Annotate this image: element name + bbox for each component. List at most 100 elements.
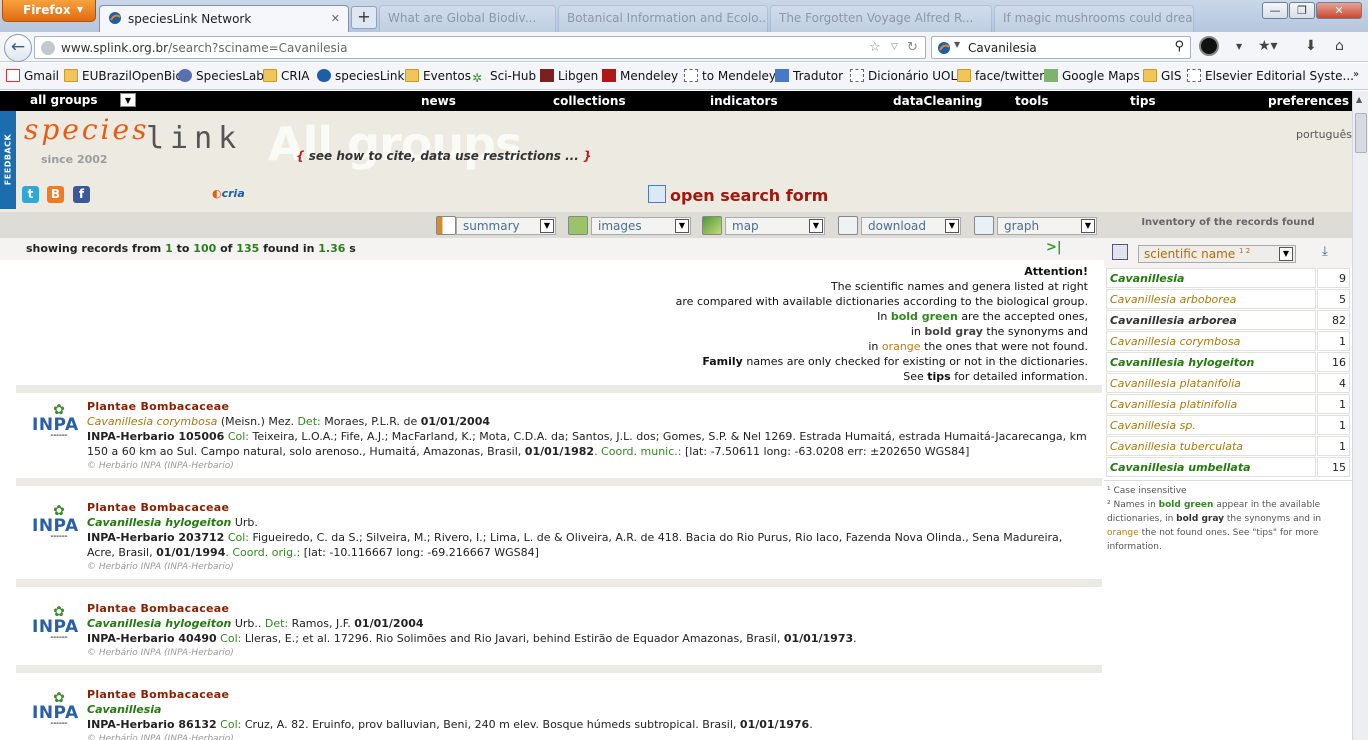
inpa-logo: ✿ INPA ▬▬▬▬▬▬: [32, 402, 79, 437]
home-icon[interactable]: ⌂: [1335, 38, 1344, 54]
record-catalog[interactable]: INPA-Herbario 86132: [87, 718, 217, 731]
tab-forgotten-voyage[interactable]: The Forgotten Voyage Alfred R...: [770, 5, 992, 32]
bookmark-tradutor[interactable]: Tradutor: [775, 69, 843, 83]
tab-title: If magic mushrooms could dream...: [1003, 11, 1193, 25]
more-bookmarks-icon[interactable]: »: [1353, 69, 1359, 80]
menu-datacleaning[interactable]: dataCleaning: [893, 94, 982, 108]
inventory-row[interactable]: Cavanillesia platanifolia 4: [1106, 373, 1350, 393]
inventory-field-select[interactable]: scientific name 1 2 ▼: [1138, 245, 1296, 263]
images-select[interactable]: images ▼: [591, 217, 691, 235]
bookmark-star-icon[interactable]: ☆: [869, 40, 881, 55]
inventory-row[interactable]: Cavanillesia hylogeiton 16: [1106, 352, 1350, 372]
inventory-row[interactable]: Cavanillesia 9: [1106, 268, 1350, 288]
tab-specieslink[interactable]: speciesLink Network ✕: [99, 5, 349, 32]
record-catalog[interactable]: INPA-Herbario 203712: [87, 531, 224, 544]
chevron-down-icon[interactable]: ▼: [1236, 42, 1242, 51]
scrollbar-thumb[interactable]: [1355, 113, 1367, 153]
inventory-row[interactable]: Cavanillesia arborea 82: [1106, 310, 1350, 330]
bookmark-specieslink[interactable]: speciesLink: [317, 69, 404, 83]
record-catalog[interactable]: INPA-Herbario 105006: [87, 430, 224, 443]
chevron-down-icon: ▼: [809, 219, 823, 233]
chevron-down-icon: ▼: [76, 5, 83, 14]
history-dropdown-icon[interactable]: ▽: [891, 42, 898, 52]
reload-icon[interactable]: ↻: [907, 40, 918, 55]
menu-preferences[interactable]: preferences: [1268, 94, 1349, 108]
inventory-row[interactable]: Cavanillesia corymbosa 1: [1106, 331, 1350, 351]
record-catalog[interactable]: INPA-Herbario 40490: [87, 632, 217, 645]
download-arrow-icon[interactable]: ⬇: [1305, 38, 1317, 54]
groups-dropdown-icon[interactable]: ▼: [120, 93, 136, 107]
vertical-scrollbar[interactable]: ▲: [1352, 91, 1368, 740]
bookmark-mendeley[interactable]: Mendeley: [602, 69, 678, 83]
mendeley-icon: [602, 69, 616, 82]
summary-select[interactable]: summary ▼: [456, 217, 556, 235]
cria-logo[interactable]: ◐cria: [212, 187, 245, 200]
maps-icon: [1044, 69, 1058, 82]
table-icon: [1112, 244, 1128, 260]
blogger-icon[interactable]: B: [47, 186, 64, 203]
search-icon[interactable]: ⚲: [1174, 39, 1184, 54]
bookmark-scihub[interactable]: ✲ Sci-Hub: [472, 69, 536, 85]
bookmark-eventos[interactable]: Eventos: [405, 69, 471, 83]
logo-species-text[interactable]: species: [24, 113, 149, 146]
firefox-menu-button[interactable]: Firefox ▼: [2, 0, 96, 22]
open-search-form-link[interactable]: open search form: [648, 185, 828, 205]
download-select[interactable]: download ▼: [861, 217, 961, 235]
language-link[interactable]: português: [1296, 128, 1352, 141]
last-page-icon[interactable]: >|: [1046, 240, 1062, 255]
bookmark-dicionario-uol[interactable]: Dicionário UOL: [850, 69, 957, 83]
menu-tools[interactable]: tools: [1015, 94, 1048, 108]
menu-indicators[interactable]: indicators: [710, 94, 778, 108]
inventory-row[interactable]: Cavanillesia umbellata 15: [1106, 457, 1350, 477]
close-window-button[interactable]: ✕: [1316, 2, 1362, 19]
search-field[interactable]: ▼ Cavanilesia ⚲: [931, 36, 1191, 59]
download-inventory-icon[interactable]: ⤓: [1322, 244, 1328, 259]
logo-link-text[interactable]: link: [146, 121, 242, 156]
bookmark-gis[interactable]: GIS: [1143, 69, 1181, 83]
bookmark-to-mendeley[interactable]: to Mendeley: [684, 69, 776, 83]
tab-magic-mushrooms[interactable]: If magic mushrooms could dream...: [994, 5, 1194, 32]
bookmark-face-twitter[interactable]: face/twitter: [957, 69, 1044, 83]
bookmark-eubrazilopenbio[interactable]: EUBrazilOpenBio: [64, 69, 183, 83]
bookmark-libgen[interactable]: Libgen: [540, 69, 598, 83]
bookmark-cria[interactable]: CRIA: [263, 69, 309, 83]
chevron-down-icon: ▼: [945, 219, 959, 233]
map-select[interactable]: map ▼: [725, 217, 825, 235]
feedback-tab[interactable]: FEEDBACK: [0, 111, 16, 209]
tab-botanical-information[interactable]: Botanical Information and Ecolo...: [558, 5, 768, 32]
scroll-up-arrow-icon[interactable]: ▲: [1356, 95, 1362, 104]
page-content: all groups ▼ news collections indicators…: [0, 91, 1352, 740]
groups-selector-label[interactable]: all groups: [30, 93, 98, 107]
menu-tips[interactable]: tips: [1130, 94, 1156, 108]
bookmarks-menu-icon[interactable]: ★▾: [1258, 38, 1278, 54]
cite-link[interactable]: { see how to cite, data use restrictions…: [296, 149, 592, 163]
back-button[interactable]: ←: [4, 34, 32, 62]
menu-collections[interactable]: collections: [553, 94, 626, 108]
record-species[interactable]: Cavanillesia hylogeiton: [87, 617, 231, 630]
search-engine-icon[interactable]: [937, 41, 951, 55]
twitter-icon[interactable]: t: [22, 186, 39, 203]
graph-select[interactable]: graph ▼: [997, 217, 1097, 235]
inventory-row[interactable]: Cavanillesia tuberculata 1: [1106, 436, 1350, 456]
bookmark-specieslab[interactable]: SpeciesLab: [178, 69, 264, 83]
inventory-row[interactable]: Cavanillesia arboborea 5: [1106, 289, 1350, 309]
tab-global-biodiversity[interactable]: What are Global Biodiv...: [379, 5, 556, 32]
close-tab-icon[interactable]: ✕: [331, 12, 340, 25]
address-bar[interactable]: www.splink.org.br/search?sciname=Cavanil…: [34, 36, 926, 59]
facebook-icon[interactable]: f: [73, 186, 90, 203]
minimize-button[interactable]: —: [1262, 2, 1288, 19]
inventory-row[interactable]: Cavanillesia platinifolia 1: [1106, 394, 1350, 414]
record-species[interactable]: Cavanillesia: [87, 703, 161, 716]
inventory-row[interactable]: Cavanillesia sp. 1: [1106, 415, 1350, 435]
bookmark-elsevier[interactable]: Elsevier Editorial Syste...: [1187, 69, 1354, 83]
bookmark-google-maps[interactable]: Google Maps: [1044, 69, 1140, 83]
restore-button[interactable]: ❐: [1289, 2, 1315, 19]
download-icon: [838, 216, 858, 235]
bookmark-gmail[interactable]: Gmail: [6, 69, 59, 83]
specieslink-favicon-icon: [108, 11, 122, 25]
new-tab-button[interactable]: +: [351, 6, 377, 29]
menu-news[interactable]: news: [421, 94, 456, 108]
record-species[interactable]: Cavanillesia corymbosa: [87, 415, 217, 428]
addon-camera-icon[interactable]: [1199, 36, 1219, 56]
record-species[interactable]: Cavanillesia hylogeiton: [87, 516, 231, 529]
